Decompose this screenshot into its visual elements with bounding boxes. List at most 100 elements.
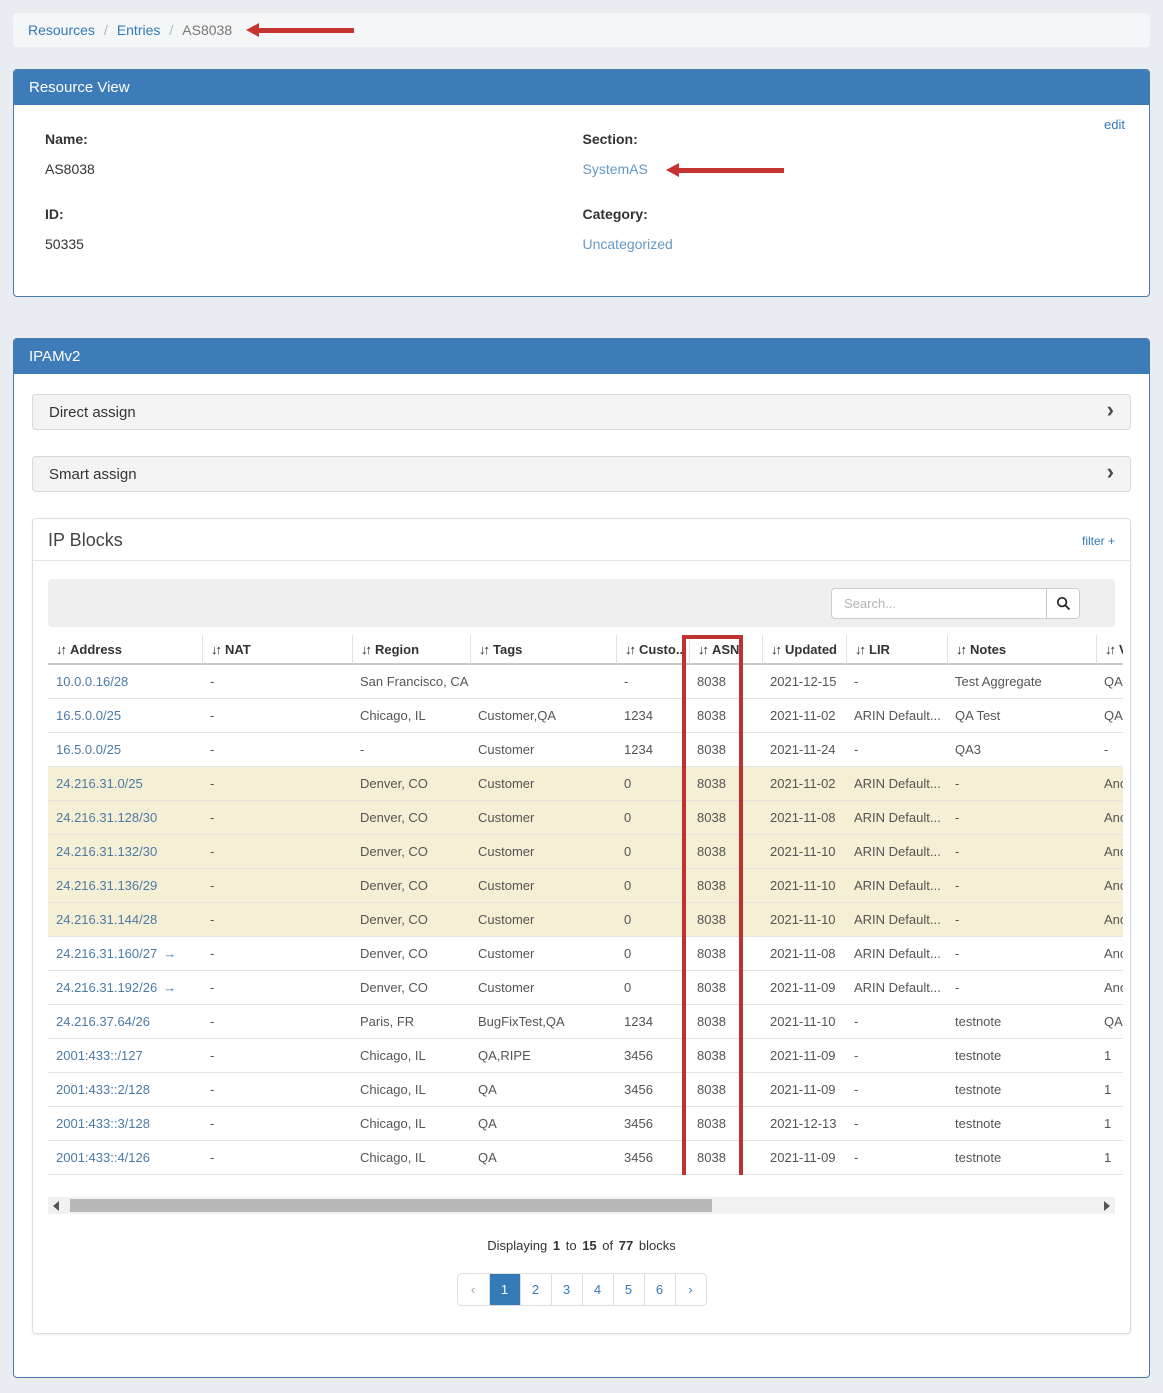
pagination-page-6[interactable]: 6 [644, 1274, 675, 1305]
address-link[interactable]: 24.216.31.136/29 [56, 878, 157, 893]
pagination-next[interactable]: › [675, 1274, 706, 1305]
cell-customer: 0 [616, 903, 689, 937]
cell-region: Chicago, IL [352, 1141, 470, 1175]
address-link[interactable]: 2001:433::3/128 [56, 1116, 150, 1131]
cell-region: Denver, CO [352, 869, 470, 903]
cell-notes: QA3 [947, 733, 1096, 767]
merged-block-arrow-icon: → [163, 980, 176, 995]
section-link[interactable]: SystemAS [583, 161, 648, 177]
column-header-asn[interactable]: ↓↑ASN [689, 635, 762, 665]
column-header-notes[interactable]: ↓↑Notes [947, 635, 1096, 665]
edit-link[interactable]: edit [1104, 117, 1125, 132]
cell-lir: - [846, 1039, 947, 1073]
table-row: 10.0.0.16/28-San Francisco, CA-80382021-… [48, 665, 1123, 699]
cell-lir: ARIN Default... [846, 971, 947, 1005]
address-link[interactable]: 10.0.0.16/28 [56, 674, 128, 689]
cell-tags: BugFixTest,QA [470, 1005, 616, 1039]
table-row: 2001:433::/127-Chicago, ILQA,RIPE3456803… [48, 1039, 1123, 1073]
cell-asn: 8038 [689, 903, 762, 937]
ip-blocks-panel: IP Blocks filter + [32, 518, 1131, 1334]
address-link[interactable]: 24.216.31.132/30 [56, 844, 157, 859]
address-link[interactable]: 16.5.0.0/25 [56, 708, 121, 723]
arrow-tail [259, 28, 354, 33]
cell-tags: QA [470, 1107, 616, 1141]
breadcrumb-item-entries[interactable]: Entries [117, 22, 161, 38]
cell-nat: - [202, 903, 352, 937]
pagination-page-2[interactable]: 2 [520, 1274, 551, 1305]
scrollbar-thumb[interactable] [70, 1199, 712, 1212]
annotation-arrow-section-icon [666, 163, 784, 177]
cell-tags: Customer [470, 835, 616, 869]
cell-asn: 8038 [689, 767, 762, 801]
table-row: 2001:433::4/126-Chicago, ILQA34568038202… [48, 1141, 1123, 1175]
column-header-tags[interactable]: ↓↑Tags [470, 635, 616, 665]
accordion-smart-assign[interactable]: Smart assign› [32, 456, 1131, 492]
address-link[interactable]: 24.216.31.144/28 [56, 912, 157, 927]
column-header-updated[interactable]: ↓↑Updated [762, 635, 846, 665]
cell-vlan: Anot [1096, 971, 1123, 1005]
table-row: 24.216.31.128/30-Denver, COCustomer08038… [48, 801, 1123, 835]
cell-vlan: Anot [1096, 835, 1123, 869]
cell-asn: 8038 [689, 665, 762, 699]
column-header-customer[interactable]: ↓↑Custo... [616, 635, 689, 665]
cell-notes: testnote [947, 1005, 1096, 1039]
address-link[interactable]: 2001:433::4/126 [56, 1150, 150, 1165]
cell-customer: - [616, 665, 689, 699]
column-header-lir[interactable]: ↓↑LIR [846, 635, 947, 665]
address-link[interactable]: 24.216.31.0/25 [56, 776, 143, 791]
pagination-prev[interactable]: ‹ [458, 1274, 489, 1305]
field-section: Section: SystemAS [583, 131, 1120, 177]
address-link[interactable]: 2001:433::/127 [56, 1048, 143, 1063]
address-link[interactable]: 24.216.31.192/26 [56, 980, 157, 995]
cell-notes: - [947, 971, 1096, 1005]
cell-region: Denver, CO [352, 903, 470, 937]
cell-nat: - [202, 1073, 352, 1107]
cell-lir: ARIN Default... [846, 903, 947, 937]
address-link[interactable]: 24.216.31.128/30 [56, 810, 157, 825]
search-input[interactable] [831, 588, 1046, 619]
column-header-region[interactable]: ↓↑Region [352, 635, 470, 665]
name-label: Name: [45, 131, 582, 147]
scrollbar-track[interactable] [64, 1197, 1099, 1214]
cell-vlan: Anot [1096, 869, 1123, 903]
arrow-tail [679, 168, 784, 173]
cell-vlan: - [1096, 733, 1123, 767]
cell-updated: 2021-11-09 [762, 1039, 846, 1073]
resource-view-header: Resource View [14, 70, 1149, 105]
search-button[interactable] [1046, 588, 1080, 619]
column-header-address[interactable]: ↓↑Address [48, 635, 202, 665]
cell-asn: 8038 [689, 835, 762, 869]
table-row: 24.216.31.0/25-Denver, COCustomer0803820… [48, 767, 1123, 801]
scroll-right-arrow-icon[interactable] [1099, 1197, 1115, 1214]
table-row: 24.216.31.192/26→-Denver, COCustomer0803… [48, 971, 1123, 1005]
cell-customer: 3456 [616, 1141, 689, 1175]
column-header-vlan[interactable]: ↓↑Vl [1096, 635, 1123, 665]
cell-updated: 2021-11-08 [762, 801, 846, 835]
ipamv2-header: IPAMv2 [14, 339, 1149, 374]
cell-updated: 2021-12-13 [762, 1107, 846, 1141]
cell-updated: 2021-11-02 [762, 699, 846, 733]
cell-lir: ARIN Default... [846, 767, 947, 801]
breadcrumb-separator: / [169, 22, 173, 38]
accordion-direct-assign[interactable]: Direct assign› [32, 394, 1131, 430]
address-link[interactable]: 24.216.37.64/26 [56, 1014, 150, 1029]
pagination-page-3[interactable]: 3 [551, 1274, 582, 1305]
arrow-head [666, 163, 679, 177]
address-link[interactable]: 16.5.0.0/25 [56, 742, 121, 757]
horizontal-scrollbar[interactable] [48, 1197, 1115, 1214]
pagination-page-1[interactable]: 1 [489, 1274, 520, 1305]
address-link[interactable]: 2001:433::2/128 [56, 1082, 150, 1097]
summary-part: blocks [639, 1238, 676, 1253]
scroll-left-arrow-icon[interactable] [48, 1197, 64, 1214]
cell-customer: 3456 [616, 1039, 689, 1073]
column-header-nat[interactable]: ↓↑NAT [202, 635, 352, 665]
address-link[interactable]: 24.216.31.160/27 [56, 946, 157, 961]
filter-link[interactable]: filter + [1082, 534, 1115, 548]
cell-notes: - [947, 903, 1096, 937]
pagination-page-5[interactable]: 5 [613, 1274, 644, 1305]
pagination-page-4[interactable]: 4 [582, 1274, 613, 1305]
breadcrumb-item-resources[interactable]: Resources [28, 22, 95, 38]
cell-asn: 8038 [689, 1005, 762, 1039]
category-link[interactable]: Uncategorized [583, 236, 673, 252]
field-category: Category: Uncategorized [583, 206, 1120, 252]
